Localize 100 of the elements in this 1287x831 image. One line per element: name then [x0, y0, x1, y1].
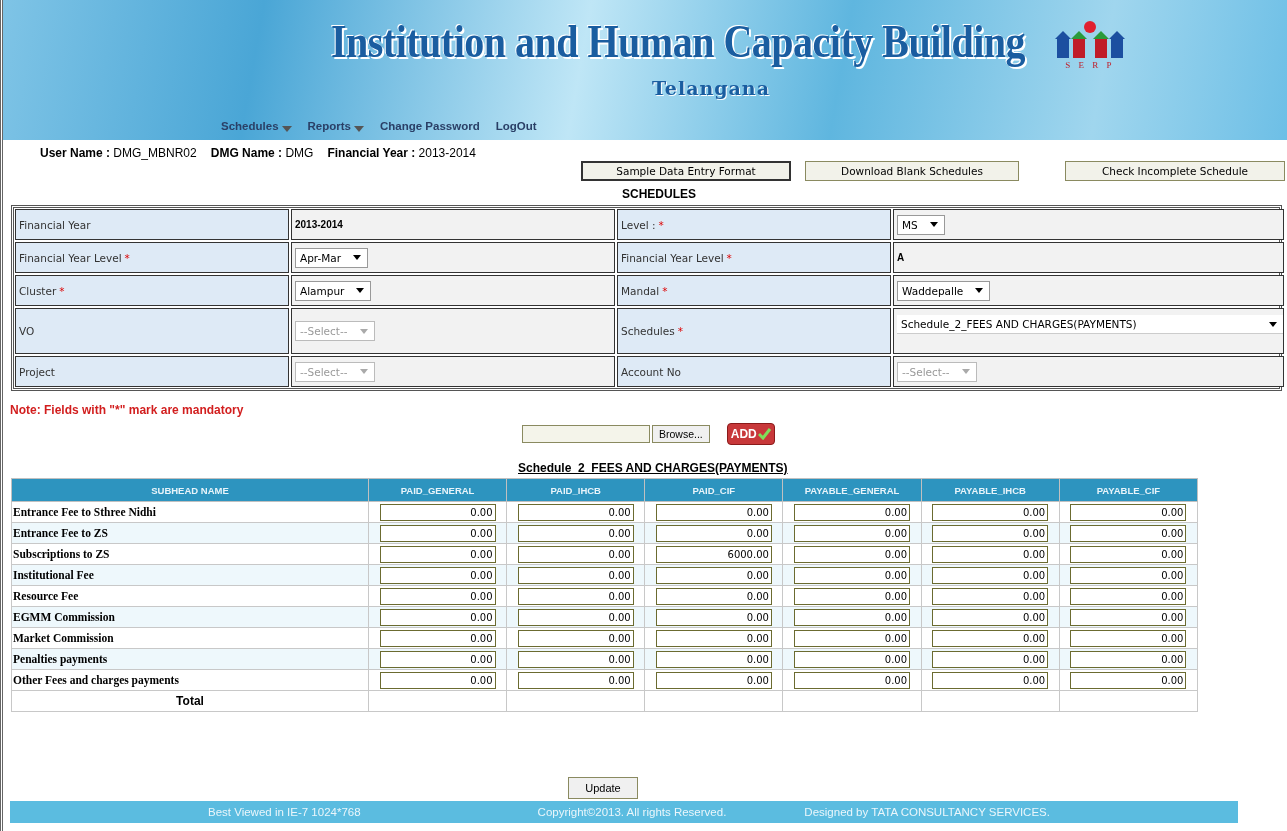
amount-field[interactable]: 0.00 [932, 566, 1049, 584]
amount-field[interactable]: 0.00 [794, 650, 911, 668]
dropdown[interactable]: Schedule_2_FEES AND CHARGES(PAYMENTS) [897, 315, 1283, 334]
subhead-cell: Other Fees and charges payments [11, 669, 369, 691]
column-header: PAYABLE_IHCB [921, 478, 1060, 502]
amount-field[interactable]: 0.00 [932, 629, 1049, 647]
amount-field[interactable]: 0.00 [1070, 566, 1187, 584]
amount-field[interactable]: 0.00 [932, 671, 1049, 689]
menu-item[interactable]: Change Password [380, 120, 480, 132]
people-logo-icon [1053, 20, 1127, 60]
amount-field[interactable]: 0.00 [655, 608, 772, 626]
add-button[interactable]: ADD [726, 423, 775, 445]
form-label: Financial Year Level * [15, 242, 289, 273]
subhead-cell: Institutional Fee [11, 564, 369, 586]
dropdown[interactable]: Apr-Mar [295, 247, 369, 268]
amount-field[interactable]: 0.00 [517, 650, 634, 668]
amount-field[interactable]: 0.00 [379, 545, 496, 563]
amount-field[interactable]: 0.00 [794, 671, 911, 689]
action-button[interactable]: Check Incomplete Schedule [1065, 161, 1285, 181]
form-label: Level : * [617, 209, 891, 240]
amount-field[interactable]: 0.00 [932, 608, 1049, 626]
column-header: PAID_IHCB [506, 478, 645, 502]
site-subtitle: Telangana [651, 77, 770, 99]
required-mark: * [677, 325, 683, 337]
amount-field[interactable]: 0.00 [932, 545, 1049, 563]
amount-field[interactable]: 0.00 [655, 629, 772, 647]
amount-field[interactable]: 0.00 [517, 545, 634, 563]
subhead-cell: Entrance Fee to Sthree Nidhi [11, 501, 369, 523]
amount-field[interactable]: 0.00 [655, 671, 772, 689]
menu-item[interactable]: LogOut [495, 120, 537, 132]
required-mark: * [662, 284, 668, 297]
amount-field[interactable]: 0.00 [517, 629, 634, 647]
amount-field[interactable]: 0.00 [794, 587, 911, 605]
browse-button[interactable]: Browse... [652, 425, 710, 443]
column-header: PAYABLE_CIF [1059, 478, 1198, 502]
amount-field[interactable]: 0.00 [379, 503, 496, 521]
form-label: VO [15, 308, 289, 354]
subhead-cell: Resource Fee [11, 585, 369, 607]
amount-field[interactable]: 0.00 [1070, 587, 1187, 605]
mandatory-note: Note: Fields with "*" mark are mandatory [10, 402, 245, 417]
amount-field[interactable]: 0.00 [379, 650, 496, 668]
amount-field[interactable]: 0.00 [655, 524, 772, 542]
amount-field[interactable]: 0.00 [794, 566, 911, 584]
subhead-cell: EGMM Commission [11, 606, 369, 628]
file-path-field[interactable] [522, 425, 650, 443]
amount-field[interactable]: 0.00 [379, 608, 496, 626]
dropdown[interactable]: Waddepalle [897, 280, 991, 301]
amount-field[interactable]: 0.00 [1070, 545, 1187, 563]
caret-icon [1269, 321, 1277, 327]
caret-icon [359, 369, 368, 374]
amount-field[interactable]: 0.00 [655, 650, 772, 668]
update-button[interactable]: Update [568, 777, 638, 799]
amount-field[interactable]: 0.00 [794, 545, 911, 563]
amount-field[interactable]: 0.00 [517, 587, 634, 605]
amount-field[interactable]: 0.00 [1070, 524, 1187, 542]
amount-field[interactable]: 0.00 [794, 629, 911, 647]
amount-field[interactable]: 0.00 [379, 524, 496, 542]
user-info-text: DMG Name : DMG [210, 146, 314, 160]
amount-field[interactable]: 0.00 [517, 524, 634, 542]
menu-item[interactable]: Reports [307, 120, 364, 132]
amount-field[interactable]: 0.00 [517, 671, 634, 689]
amount-field[interactable]: 0.00 [1070, 629, 1187, 647]
amount-field[interactable]: 0.00 [379, 671, 496, 689]
amount-field[interactable]: 0.00 [794, 524, 911, 542]
amount-field[interactable]: 0.00 [655, 587, 772, 605]
form-label: Account No [617, 356, 891, 387]
total-label: Total [11, 690, 369, 712]
caret-icon [359, 328, 368, 334]
footer-text: Designed by TATA CONSULTANCY SERVICES. [804, 806, 1050, 818]
column-header: PAID_CIF [644, 478, 783, 502]
amount-field[interactable]: 0.00 [379, 566, 496, 584]
amount-field[interactable]: 6000.00 [655, 545, 772, 563]
amount-field[interactable]: 0.00 [932, 650, 1049, 668]
subhead-cell: Subscriptions to ZS [11, 543, 369, 565]
site-title: Institution and Human Capacity Building [330, 14, 1025, 69]
amount-field[interactable]: 0.00 [932, 587, 1049, 605]
amount-field[interactable]: 0.00 [932, 503, 1049, 521]
amount-field[interactable]: 0.00 [655, 503, 772, 521]
amount-field[interactable]: 0.00 [517, 566, 634, 584]
amount-field[interactable]: 0.00 [379, 629, 496, 647]
action-button[interactable]: Download Blank Schedules [805, 161, 1019, 181]
amount-field[interactable]: 0.00 [517, 608, 634, 626]
form-label: Financial Year [15, 209, 289, 240]
dropdown[interactable]: Alampur [295, 280, 372, 301]
amount-field[interactable]: 0.00 [1070, 671, 1187, 689]
amount-field[interactable]: 0.00 [1070, 503, 1187, 521]
amount-field[interactable]: 0.00 [794, 503, 911, 521]
amount-field[interactable]: 0.00 [1070, 608, 1187, 626]
form-label: Schedules * [617, 308, 891, 354]
dropdown[interactable]: MS [897, 214, 945, 235]
menu-item[interactable]: Schedules [221, 120, 292, 132]
footer-text: Best Viewed in IE-7 1024*768 [208, 806, 361, 818]
action-button[interactable]: Sample Data Entry Format [581, 161, 791, 181]
amount-field[interactable]: 0.00 [379, 587, 496, 605]
amount-field[interactable]: 0.00 [932, 524, 1049, 542]
form-label: Project [15, 356, 289, 387]
amount-field[interactable]: 0.00 [517, 503, 634, 521]
amount-field[interactable]: 0.00 [794, 608, 911, 626]
amount-field[interactable]: 0.00 [655, 566, 772, 584]
amount-field[interactable]: 0.00 [1070, 650, 1187, 668]
